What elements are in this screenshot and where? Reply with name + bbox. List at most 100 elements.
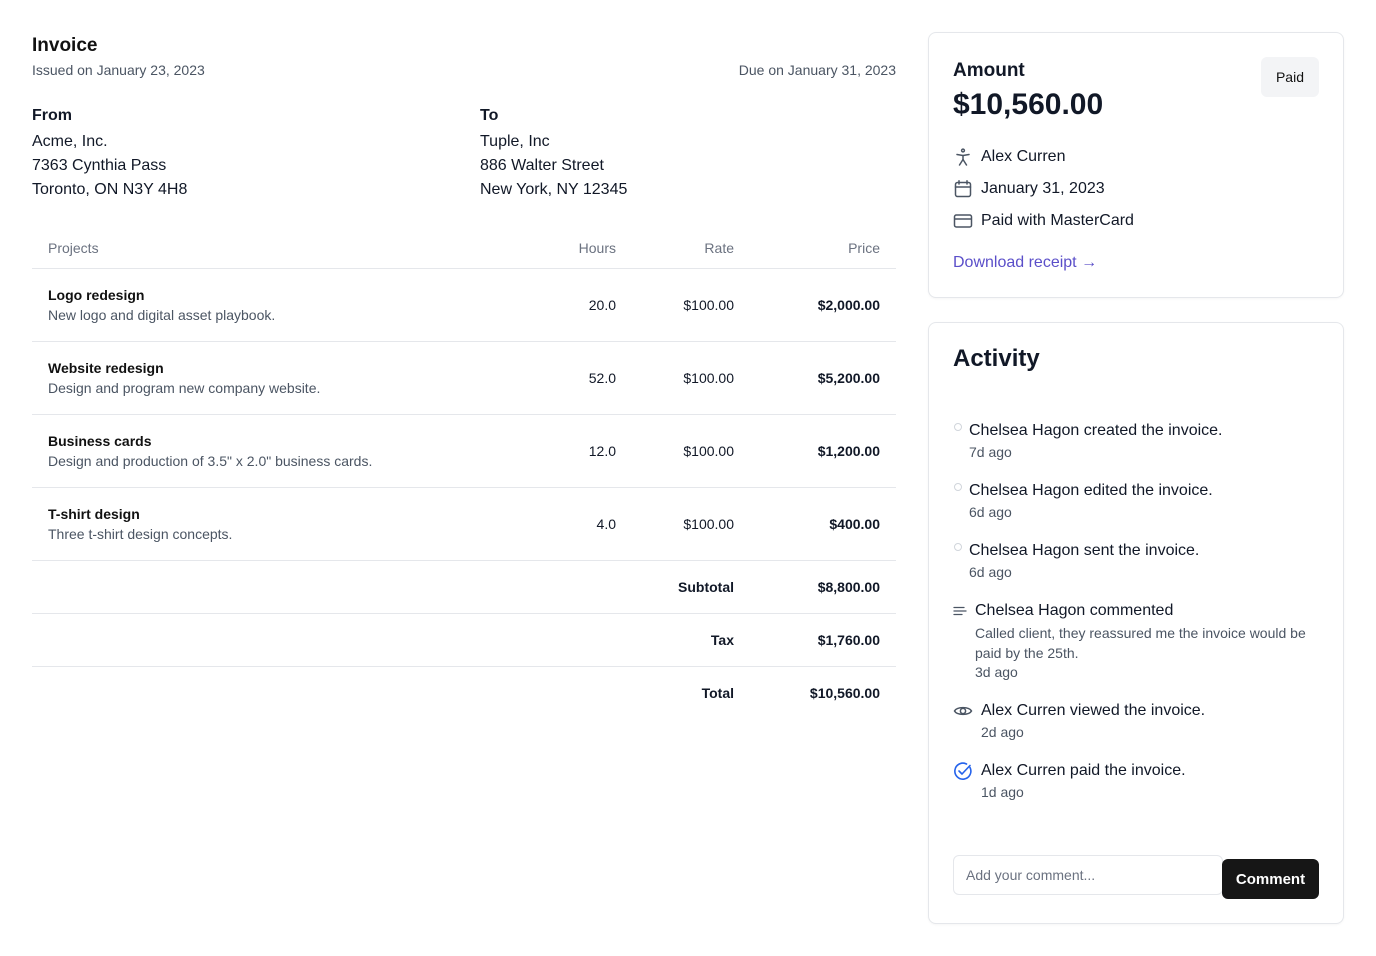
tax-row: Tax $1,760.00: [32, 613, 896, 667]
project-name: Business cards: [48, 432, 152, 449]
amount-value: $10,560.00: [953, 88, 1104, 121]
issued-date: Issued on January 23, 2023: [32, 62, 205, 78]
activity-time: 7d ago: [969, 444, 1012, 460]
activity-time: 3d ago: [975, 664, 1018, 680]
project-cell: Logo redesign New logo and digital asset…: [32, 268, 514, 342]
project-cell: T-shirt design Three t-shirt design conc…: [32, 487, 514, 561]
hours-cell: 4.0: [514, 487, 632, 561]
rate-cell: $100.00: [632, 268, 750, 342]
from-line: Toronto, ON N3Y 4H8: [32, 181, 188, 198]
date-row: January 31, 2023: [953, 177, 1105, 201]
project-description: Design and production of 3.5" x 2.0" bus…: [48, 452, 373, 469]
activity-title: Activity: [953, 345, 1040, 372]
payment-method-row: Paid with MasterCard: [953, 209, 1134, 233]
credit-card-icon: [953, 211, 973, 231]
total-label: Total: [701, 684, 734, 701]
invoice-header: Invoice Issued on January 23, 2023 Due o…: [32, 32, 896, 82]
calendar-icon: [953, 179, 973, 199]
project-name: Logo redesign: [48, 286, 145, 303]
timeline-dot-icon: [953, 481, 963, 501]
table-row: T-shirt design Three t-shirt design conc…: [32, 487, 896, 561]
amount-label: Amount: [953, 60, 1025, 81]
price-cell: $2,000.00: [750, 268, 896, 342]
eye-icon: [953, 701, 973, 721]
comment-input[interactable]: [953, 855, 1223, 895]
from-line: 7363 Cynthia Pass: [32, 157, 167, 174]
project-cell: Business cards Design and production of …: [32, 414, 514, 488]
project-description: Design and program new company website.: [48, 379, 321, 396]
activity-card: Activity Chelsea Hagon created the invoi…: [928, 322, 1344, 924]
to-line: 886 Walter Street: [480, 157, 604, 174]
activity-comment-item: Chelsea Hagon commented Called client, t…: [953, 601, 1323, 681]
parties: From Acme, Inc. 7363 Cynthia Pass Toront…: [32, 106, 896, 202]
spacer-cell: [514, 613, 632, 667]
activity-time: 6d ago: [969, 504, 1012, 520]
to-label: To: [480, 107, 499, 124]
person-icon: [953, 147, 973, 167]
project-cell: Website redesign Design and program new …: [32, 341, 514, 415]
project-description: Three t-shirt design concepts.: [48, 525, 233, 542]
check-circle-icon: [953, 761, 973, 781]
hours-cell: 20.0: [514, 268, 632, 342]
subtotal-row: Subtotal $8,800.00: [32, 560, 896, 614]
activity-text: Chelsea Hagon created the invoice.: [969, 422, 1223, 439]
tax-value: $1,760.00: [750, 613, 896, 667]
spacer-cell: [32, 613, 514, 667]
timeline-dot-icon: [953, 421, 963, 441]
invoice-panel: Invoice Issued on January 23, 2023 Due o…: [32, 32, 896, 701]
from-label: From: [32, 107, 72, 124]
activity-text: Chelsea Hagon sent the invoice.: [969, 542, 1200, 559]
project-name: T-shirt design: [48, 505, 140, 522]
spacer-cell: [514, 666, 632, 719]
activity-text: Chelsea Hagon commented: [975, 602, 1174, 619]
column-header-projects: Projects: [32, 228, 514, 269]
table-header-row: Projects Hours Rate Price: [32, 228, 896, 269]
column-header-hours: Hours: [514, 228, 632, 269]
price-cell: $1,200.00: [750, 414, 896, 488]
subtotal-label: Subtotal: [632, 560, 750, 614]
hours-cell: 52.0: [514, 341, 632, 415]
project-description: New logo and digital asset playbook.: [48, 306, 276, 323]
amount-card: Amount $10,560.00 Paid Alex Curren Janua…: [928, 32, 1344, 298]
spacer-cell: [514, 560, 632, 614]
activity-time: 2d ago: [981, 724, 1024, 740]
payment-date: January 31, 2023: [981, 180, 1105, 197]
rate-cell: $100.00: [632, 341, 750, 415]
activity-text: Alex Curren viewed the invoice.: [981, 702, 1206, 719]
invoice-items-table: Projects Hours Rate Price Logo redesign …: [32, 228, 896, 719]
table-row: Website redesign Design and program new …: [32, 341, 896, 415]
to-line: Tuple, Inc: [480, 133, 550, 150]
client-name: Alex Curren: [981, 148, 1066, 165]
column-header-rate: Rate: [632, 228, 750, 269]
hours-cell: 12.0: [514, 414, 632, 488]
timeline-dot-icon: [953, 541, 963, 561]
activity-text: Chelsea Hagon edited the invoice.: [969, 482, 1213, 499]
activity-time: 6d ago: [969, 564, 1012, 580]
total-row: Total $10,560.00: [32, 666, 896, 719]
comment-button[interactable]: Comment: [1222, 859, 1319, 899]
price-cell: $400.00: [750, 487, 896, 561]
table-row: Logo redesign New logo and digital asset…: [32, 268, 896, 342]
spacer-cell: [32, 666, 514, 719]
to-address: To Tuple, Inc 886 Walter Street New York…: [480, 106, 627, 202]
column-header-price: Price: [750, 228, 896, 269]
payment-method: Paid with MasterCard: [981, 212, 1134, 229]
spacer-cell: [32, 560, 514, 614]
rate-cell: $100.00: [632, 414, 750, 488]
activity-time: 1d ago: [981, 784, 1024, 800]
comment-body: Called client, they reassured me the inv…: [975, 625, 1306, 661]
status-badge: Paid: [1260, 57, 1319, 97]
from-address: From Acme, Inc. 7363 Cynthia Pass Toront…: [32, 106, 187, 202]
tax-label: Tax: [632, 613, 750, 667]
download-receipt-link[interactable]: Download receipt →: [953, 251, 1097, 275]
activity-text: Alex Curren paid the invoice.: [981, 762, 1186, 779]
due-date: Due on January 31, 2023: [738, 62, 896, 78]
client-row: Alex Curren: [953, 145, 1065, 169]
total-value: $10,560.00: [809, 684, 880, 701]
table-row: Business cards Design and production of …: [32, 414, 896, 488]
from-line: Acme, Inc.: [32, 133, 108, 150]
price-cell: $5,200.00: [750, 341, 896, 415]
subtotal-value: $8,800.00: [750, 560, 896, 614]
to-line: New York, NY 12345: [480, 181, 628, 198]
comment-lines-icon: [953, 601, 967, 621]
